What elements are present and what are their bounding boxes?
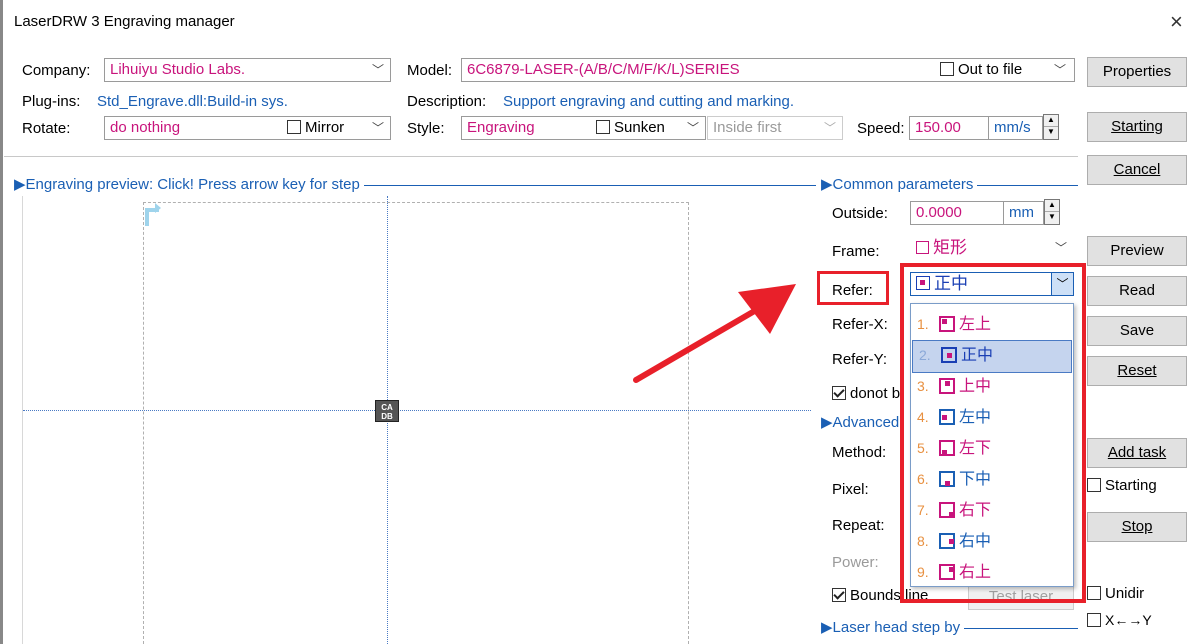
- chevron-down-icon: ﹀: [371, 121, 384, 135]
- mirror-checkbox[interactable]: Mirror: [287, 117, 344, 139]
- chevron-down-icon: ﹀: [1053, 63, 1066, 77]
- xy-checkbox[interactable]: X←→Y: [1087, 610, 1152, 630]
- mirror-label: Mirror: [305, 119, 345, 136]
- window-title: LaserDRW 3 Engraving manager: [14, 13, 235, 30]
- bounds-check-icon: [832, 588, 846, 602]
- reset-button[interactable]: Reset: [1087, 356, 1187, 386]
- preview-canvas[interactable]: CA DB: [22, 196, 811, 644]
- pixel-label: Pixel:: [832, 481, 869, 498]
- unidir-checkbox[interactable]: Unidir: [1087, 584, 1144, 604]
- frame-label: Frame:: [832, 243, 880, 260]
- chevron-down-icon: ﹀: [823, 121, 836, 135]
- add-task-button[interactable]: Add task: [1087, 438, 1187, 468]
- speed-unit: mm/s: [989, 116, 1043, 140]
- xy-check-icon: [1087, 613, 1101, 627]
- repeat-label: Repeat:: [832, 517, 885, 534]
- read-button[interactable]: Read: [1087, 276, 1187, 306]
- speed-stepper[interactable]: ▲ ▼: [1043, 114, 1059, 140]
- power-label: Power:: [832, 554, 879, 571]
- style-value: Engraving: [467, 119, 535, 136]
- chevron-down-icon: ﹀: [686, 121, 699, 135]
- rotate-select[interactable]: do nothing Mirror ﹀: [104, 116, 391, 140]
- description-value: Support engraving and cutting and markin…: [503, 93, 795, 110]
- preview-dashed-rect: [143, 202, 689, 644]
- rectangle-icon: [916, 241, 929, 254]
- properties-button[interactable]: Properties: [1087, 57, 1187, 87]
- divider: [4, 156, 1078, 157]
- speed-label: Speed:: [857, 120, 905, 137]
- plugins-value: Std_Engrave.dll:Build-in sys.: [97, 93, 288, 110]
- out-to-file-check-icon: [940, 62, 954, 76]
- out-to-file-checkbox[interactable]: Out to file: [940, 59, 1022, 81]
- starting-button[interactable]: Starting: [1087, 112, 1187, 142]
- refer-label-highlight: [817, 271, 889, 305]
- common-group-title: ▶Common parameters: [821, 176, 978, 194]
- unidir-check-icon: [1087, 586, 1101, 600]
- description-label: Description:: [407, 93, 487, 110]
- inside-first-value: Inside first: [713, 119, 782, 136]
- outside-label: Outside:: [832, 205, 888, 222]
- starting-checkbox[interactable]: Starting: [1087, 476, 1157, 496]
- advanced-group-title: ▶Advanced: [821, 414, 904, 432]
- cadb-logo-icon: CA DB: [375, 400, 399, 422]
- annotation-arrow: [633, 284, 796, 383]
- cancel-button[interactable]: Cancel: [1087, 155, 1187, 185]
- model-select[interactable]: 6C6879-LASER-(A/B/C/M/F/K/L)SERIES Out t…: [461, 58, 1075, 82]
- down-arrow-icon: ▼: [1047, 127, 1055, 136]
- dropdown-highlight-box: [900, 263, 1086, 603]
- model-value: 6C6879-LASER-(A/B/C/M/F/K/L)SERIES: [467, 61, 740, 78]
- close-icon[interactable]: ×: [1170, 11, 1183, 33]
- starting-check-icon: [1087, 478, 1101, 492]
- up-arrow-icon: ▲: [1044, 115, 1058, 127]
- horizontal-center-line: [23, 410, 811, 411]
- speed-input[interactable]: 150.00: [909, 116, 989, 140]
- refer-y-label: Refer-Y:: [832, 351, 888, 368]
- style-label: Style:: [407, 120, 445, 137]
- stop-button[interactable]: Stop: [1087, 512, 1187, 542]
- window-left-edge: [0, 0, 3, 644]
- mirror-check-icon: [287, 120, 301, 134]
- company-label: Company:: [22, 62, 91, 79]
- out-to-file-label: Out to file: [958, 61, 1023, 78]
- refer-x-label: Refer-X:: [832, 316, 888, 333]
- company-value: Lihuiyu Studio Labs.: [110, 61, 246, 78]
- company-select[interactable]: Lihuiyu Studio Labs. ﹀: [104, 58, 391, 82]
- rotate-label: Rotate:: [22, 120, 71, 137]
- origin-arrow-icon: [155, 203, 161, 213]
- method-label: Method:: [832, 444, 887, 461]
- style-select[interactable]: Engraving Sunken ﹀: [461, 116, 706, 140]
- up-arrow-icon: ▲: [1045, 200, 1059, 212]
- preview-button[interactable]: Preview: [1087, 236, 1187, 266]
- chevron-down-icon: ﹀: [371, 63, 384, 77]
- outside-input[interactable]: 0.0000: [910, 201, 1004, 225]
- donot-check-icon: [832, 386, 846, 400]
- preview-group-title: ▶Engraving preview: Click! Press arrow k…: [14, 176, 364, 194]
- sunken-checkbox[interactable]: Sunken: [596, 117, 665, 139]
- chevron-down-icon: ﹀: [1054, 241, 1067, 255]
- model-label: Model:: [407, 62, 453, 79]
- sunken-check-icon: [596, 120, 610, 134]
- donot-checkbox[interactable]: donot b: [832, 384, 900, 404]
- down-arrow-icon: ▼: [1048, 212, 1056, 221]
- plugins-label: Plug-ins:: [22, 93, 81, 110]
- rotate-value: do nothing: [110, 119, 181, 136]
- laser-head-group-title: ▶Laser head step by: [821, 619, 965, 637]
- inside-first-select[interactable]: Inside first ﹀: [707, 116, 843, 140]
- frame-select[interactable]: 矩形 ﹀: [910, 236, 1074, 260]
- save-button[interactable]: Save: [1087, 316, 1187, 346]
- outside-stepper[interactable]: ▲ ▼: [1044, 199, 1060, 225]
- sunken-label: Sunken: [614, 119, 665, 136]
- outside-unit: mm: [1004, 201, 1044, 225]
